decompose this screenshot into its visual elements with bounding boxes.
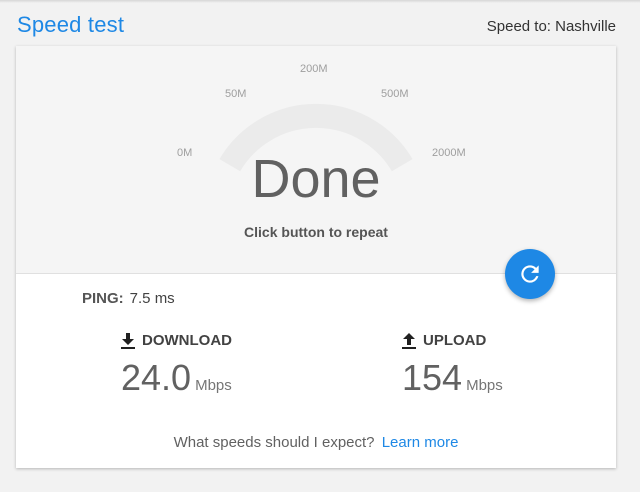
- download-value: 24.0: [121, 357, 192, 398]
- gauge-tick-50m: 50M: [225, 88, 247, 100]
- download-metric: DOWNLOAD 24.0 Mbps: [121, 332, 232, 399]
- page-title: Speed test: [17, 12, 125, 37]
- download-label: DOWNLOAD: [142, 332, 232, 349]
- download-icon: [121, 332, 135, 349]
- repeat-hint: Click button to repeat: [244, 224, 388, 240]
- upload-unit: Mbps: [466, 377, 503, 394]
- upload-label: UPLOAD: [423, 332, 487, 349]
- gauge-tick-500m: 500M: [381, 88, 409, 100]
- upload-icon: [402, 332, 416, 349]
- test-status: Done: [251, 149, 381, 209]
- upload-metric: UPLOAD 154 Mbps: [402, 332, 503, 399]
- speed-to-server: Speed to: Nashville: [486, 18, 616, 35]
- learn-more-link[interactable]: Learn more: [382, 434, 459, 451]
- speed-test-card: 0M 50M 200M 500M 2000M Done Click button…: [16, 46, 616, 468]
- ping-value: 7.5 ms: [129, 290, 175, 307]
- refresh-icon: [521, 265, 539, 283]
- top-shadow: [0, 0, 640, 3]
- gauge-area: 0M 50M 200M 500M 2000M Done Click button…: [16, 46, 616, 274]
- gauge-tick-200m: 200M: [300, 63, 328, 75]
- ping-row: PING: 7.5 ms: [82, 290, 175, 307]
- expect-question: What speeds should I expect?: [173, 434, 375, 451]
- ping-label: PING:: [82, 290, 124, 307]
- repeat-test-button[interactable]: [505, 249, 555, 299]
- download-unit: Mbps: [195, 377, 232, 394]
- footer-row: What speeds should I expect? Learn more: [16, 434, 616, 451]
- upload-value: 154: [402, 357, 463, 398]
